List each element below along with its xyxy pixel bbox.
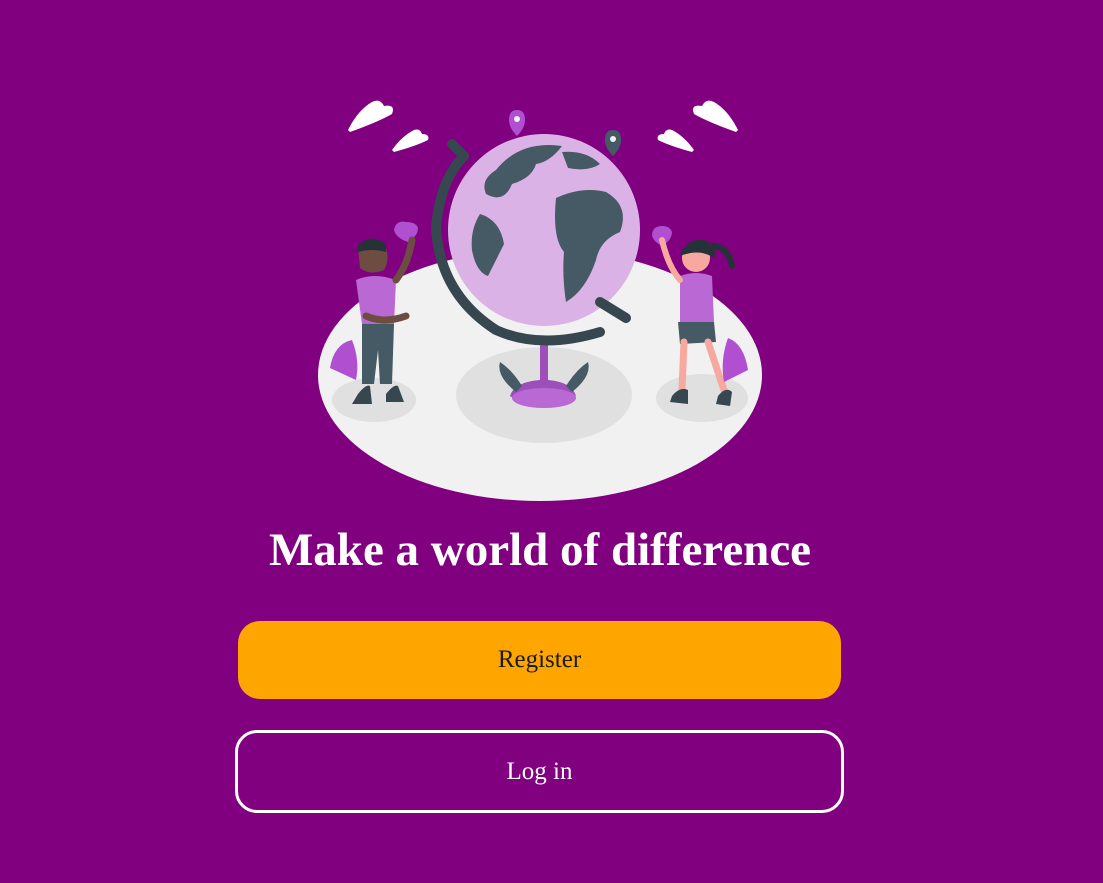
- register-button-label: Register: [497, 646, 582, 673]
- login-button-label: Log in: [506, 757, 573, 785]
- register-button[interactable]: Register: [238, 621, 841, 699]
- login-button[interactable]: Log in: [235, 730, 844, 813]
- kids-around-globe-illustration: [318, 100, 762, 501]
- welcome-screen: Make a world of difference Register Log …: [0, 0, 1103, 883]
- page-title: Make a world of difference: [268, 524, 812, 576]
- globe-icon: [430, 134, 640, 346]
